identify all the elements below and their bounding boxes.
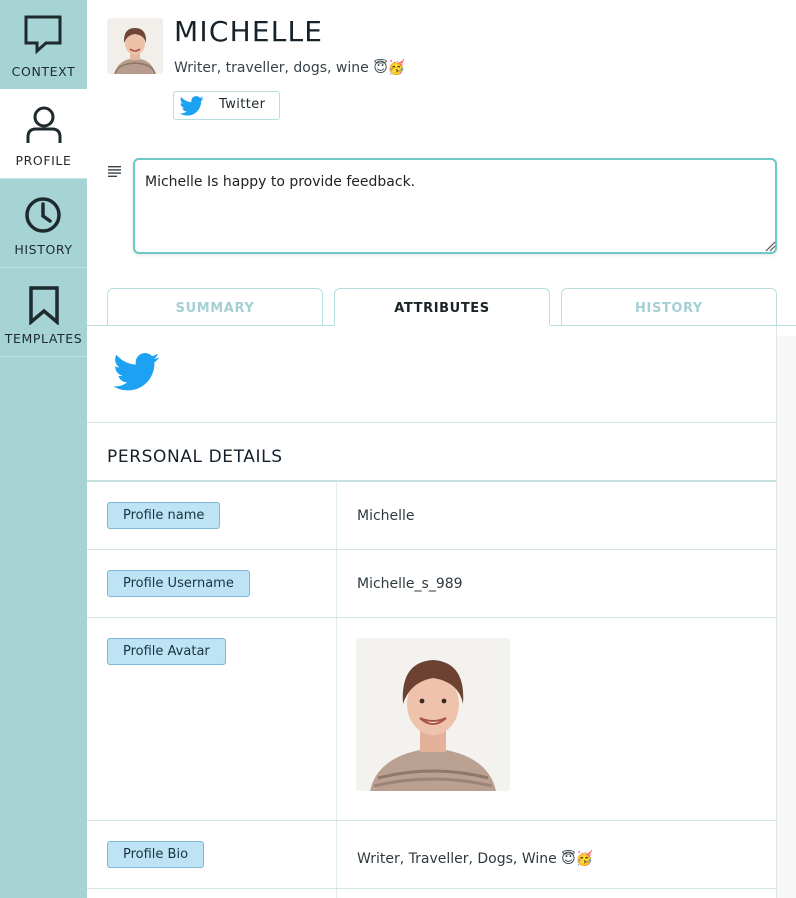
sidebar: CONTEXT PROFILE HISTORY TEMPLATES: [0, 0, 87, 898]
tab-history[interactable]: HISTORY: [561, 288, 777, 325]
section-title: PERSONAL DETAILS: [107, 447, 283, 467]
sidebar-item-label: PROFILE: [15, 153, 72, 168]
profile-avatar-image: [356, 638, 510, 791]
tab-summary[interactable]: SUMMARY: [107, 288, 323, 325]
attribute-value: Michelle: [357, 508, 415, 524]
notes-textarea[interactable]: Michelle Is happy to provide feedback.: [133, 158, 777, 254]
attributes-panel: [87, 326, 777, 898]
sidebar-item-history[interactable]: HISTORY: [0, 178, 87, 268]
sidebar-item-profile[interactable]: PROFILE: [0, 89, 87, 179]
sidebar-item-label: CONTEXT: [11, 64, 76, 79]
twitter-button[interactable]: Twitter: [173, 91, 280, 120]
divider: [87, 888, 776, 889]
sidebar-item-context[interactable]: CONTEXT: [0, 0, 87, 90]
column-divider: [336, 482, 337, 898]
attribute-label-chip: Profile Bio: [107, 841, 205, 868]
page-title: MICHELLE: [174, 15, 324, 48]
divider: [87, 820, 776, 821]
scrollbar[interactable]: [777, 336, 796, 898]
tab-attributes[interactable]: ATTRIBUTES: [334, 288, 550, 325]
attribute-value: Michelle_s_989: [357, 576, 463, 592]
twitter-icon: [114, 353, 160, 391]
attribute-label-chip: Profile name: [107, 502, 221, 529]
attribute-value: Writer, Traveller, Dogs, Wine 😇🥳: [357, 851, 594, 867]
twitter-icon: [179, 96, 204, 116]
divider: [87, 549, 776, 550]
avatar-portrait: [107, 18, 163, 74]
attribute-label-chip: Profile Username: [107, 570, 250, 597]
bookmark-icon: [29, 286, 59, 325]
clock-icon: [25, 197, 61, 233]
avatar-portrait: [356, 638, 510, 791]
attribute-label-chip: Profile Avatar: [107, 638, 226, 665]
speech-bubble-icon: [24, 15, 62, 54]
sidebar-item-templates[interactable]: TEMPLATES: [0, 267, 87, 357]
person-icon: [26, 106, 62, 143]
profile-subtitle: Writer, traveller, dogs, wine 😇🥳: [174, 60, 406, 76]
divider: [87, 422, 776, 423]
divider: [87, 617, 776, 618]
divider: [87, 480, 776, 482]
avatar: [107, 18, 163, 74]
resize-handle-icon[interactable]: [764, 240, 776, 252]
twitter-button-label: Twitter: [219, 97, 266, 112]
sidebar-item-label: HISTORY: [14, 242, 73, 257]
notes-icon: [108, 166, 121, 177]
sidebar-item-label: TEMPLATES: [4, 331, 83, 346]
